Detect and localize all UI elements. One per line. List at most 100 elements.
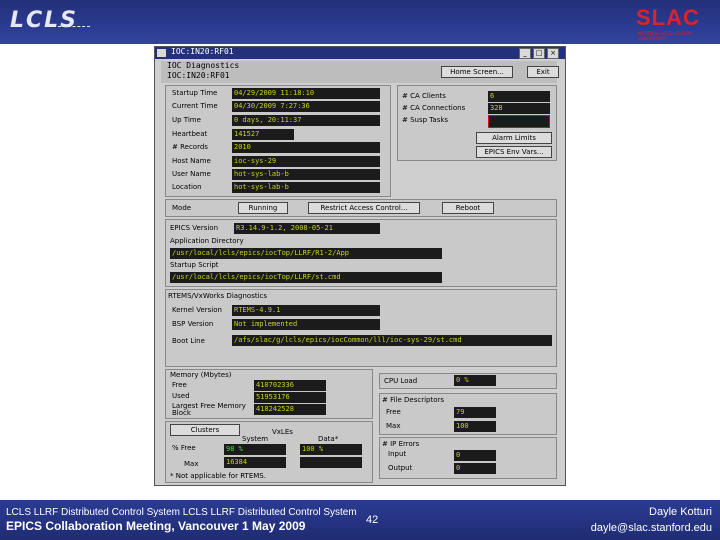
fd-free-value: 79	[454, 407, 496, 418]
largest-free-value: 418242528	[254, 404, 326, 415]
memory-section-label: Memory (Mbytes)	[170, 371, 232, 379]
footer-system-title: LCLS LLRF Distributed Control System LCL…	[6, 507, 357, 518]
page-number: 42	[366, 514, 379, 526]
kernel-version-label: Kernel Version	[172, 306, 222, 314]
memory-used-value: 51953176	[254, 392, 326, 403]
minimize-icon[interactable]: _	[519, 48, 531, 59]
close-icon[interactable]: ×	[547, 48, 559, 59]
location-label: Location	[172, 183, 202, 191]
startup-time-label: Startup Time	[172, 89, 218, 97]
memory-free-value: 410702336	[254, 380, 326, 391]
ioc-diagnostics-window: IOC:IN20:RF01 _ □ × IOC Diagnostics IOC:…	[154, 46, 566, 486]
current-time-label: Current Time	[172, 102, 218, 110]
data-max-value	[300, 457, 362, 468]
author-name: Dayle Kotturi	[649, 506, 712, 518]
records-label: # Records	[172, 143, 208, 151]
info-panel: Startup Time Current Time Up Time Heartb…	[165, 85, 391, 197]
vxles-label: VxLEs	[272, 428, 293, 436]
boot-line-value: /afs/slac/g/lcls/epics/iocCommon/lll/ioc…	[232, 335, 552, 346]
epics-version-value: R3.14.9-1.2, 2008-05-21	[234, 223, 380, 234]
ca-connections-value: 328	[488, 103, 550, 114]
running-button[interactable]: Running	[238, 202, 288, 214]
app-directory-label: Application Directory	[170, 237, 244, 245]
fd-section-label: # File Descriptors	[382, 396, 445, 404]
records-value: 2010	[232, 142, 380, 153]
startup-script-label: Startup Script	[170, 261, 219, 269]
bsp-version-label: BSP Version	[172, 320, 214, 328]
window-titlebar[interactable]: IOC:IN20:RF01 _ □ ×	[155, 47, 565, 59]
heartbeat-value: 141527	[232, 129, 294, 140]
memory-free-label: Free	[172, 381, 187, 389]
ca-clients-label: # CA Clients	[402, 92, 446, 100]
window-header: IOC Diagnostics IOC:IN20:RF01 Home Scree…	[161, 61, 559, 83]
slide-header-band	[0, 0, 720, 44]
ip-errors-panel: # IP Errors Input 0 Output 0	[379, 437, 557, 479]
ip-input-label: Input	[388, 450, 407, 458]
ca-connections-label: # CA Connections	[402, 104, 466, 112]
mode-panel: Mode Running Restrict Access Control... …	[165, 199, 557, 217]
host-name-value: ioc-sys-29	[232, 156, 380, 167]
ip-input-value: 0	[454, 450, 496, 461]
header-title: IOC Diagnostics	[167, 61, 240, 70]
ip-output-value: 0	[454, 463, 496, 474]
startup-script-value: /usr/local/lcls/epics/iocTop/LLRF/st.cmd	[170, 272, 442, 283]
ip-output-label: Output	[388, 464, 413, 472]
susp-tasks-value	[488, 115, 550, 128]
max-label: Max	[184, 460, 199, 468]
mode-label: Mode	[172, 204, 192, 212]
user-name-label: User Name	[172, 170, 211, 178]
slac-logo: SLAC	[636, 5, 700, 30]
footer-meeting: EPICS Collaboration Meeting, Vancouver 1…	[6, 519, 306, 533]
rtems-section-label: RTEMS/VxWorks Diagnostics	[168, 292, 268, 300]
user-name-value: hot-sys-lab-b	[232, 169, 380, 180]
cpu-load-value: 0 %	[454, 375, 496, 386]
lcls-logo-underline	[58, 26, 90, 27]
fd-max-value: 100	[454, 421, 496, 432]
lcls-logo: LCLS	[10, 8, 79, 33]
current-time-value: 04/30/2009 7:27:36	[232, 101, 380, 112]
host-name-label: Host Name	[172, 157, 211, 165]
app-directory-value: /usr/local/lcls/epics/iocTop/LLRF/R1-2/A…	[170, 248, 442, 259]
memory-panel: Memory (Mbytes) Free Used Largest Free M…	[165, 369, 373, 419]
clusters-button[interactable]: Clusters	[170, 424, 240, 436]
ip-errors-section-label: # IP Errors	[382, 440, 420, 448]
startup-time-value: 04/29/2009 11:18:10	[232, 88, 380, 99]
epics-panel: EPICS Version R3.14.9-1.2, 2008-05-21 Ap…	[165, 219, 557, 287]
cpu-panel: CPU Load 0 %	[379, 373, 557, 389]
file-descriptors-panel: # File Descriptors Free 79 Max 100	[379, 393, 557, 435]
window-title: IOC:IN20:RF01	[171, 47, 234, 56]
restrict-access-button[interactable]: Restrict Access Control...	[308, 202, 420, 214]
fd-free-label: Free	[386, 408, 401, 416]
window-menu-icon[interactable]	[157, 49, 166, 57]
epics-env-vars-button[interactable]: EPICS Env Vars...	[476, 146, 552, 158]
ca-panel: # CA Clients # CA Connections # Susp Tas…	[397, 85, 557, 161]
system-free-value: 98 %	[224, 444, 286, 455]
memory-used-label: Used	[172, 392, 190, 400]
susp-tasks-label: # Susp Tasks	[402, 116, 449, 124]
free-percent-label: % Free	[172, 444, 196, 452]
header-ioc-name: IOC:IN20:RF01	[167, 71, 230, 80]
data-free-value: 100 %	[300, 444, 362, 455]
up-time-value: 0 days, 20:11:37	[232, 115, 380, 126]
data-column-header: Data*	[318, 435, 339, 443]
exit-button[interactable]: Exit	[527, 66, 559, 78]
epics-version-label: EPICS Version	[170, 224, 219, 232]
cpu-load-label: CPU Load	[384, 377, 418, 385]
author-email: dayle@slac.stanford.edu	[590, 522, 712, 534]
location-value: hot-sys-lab-b	[232, 182, 380, 193]
system-max-value: 16384	[224, 457, 286, 468]
slac-logo-subtitle: NATIONAL ACCELERATOR LABORATORY	[638, 31, 693, 41]
alarm-limits-button[interactable]: Alarm Limits	[476, 132, 552, 144]
largest-free-label: Largest Free Memory Block	[172, 402, 246, 417]
maximize-icon[interactable]: □	[533, 48, 545, 59]
ca-clients-value: 6	[488, 91, 550, 102]
system-column-header: System	[242, 435, 269, 443]
fd-max-label: Max	[386, 422, 401, 430]
heartbeat-label: Heartbeat	[172, 130, 208, 138]
home-screen-button[interactable]: Home Screen...	[441, 66, 513, 78]
reboot-button[interactable]: Reboot	[442, 202, 494, 214]
boot-line-label: Boot Line	[172, 337, 205, 345]
rtems-note: * Not applicable for RTEMS.	[170, 472, 266, 480]
up-time-label: Up Time	[172, 116, 201, 124]
clusters-panel: Clusters VxLEs System Data* % Free 98 % …	[165, 421, 373, 483]
